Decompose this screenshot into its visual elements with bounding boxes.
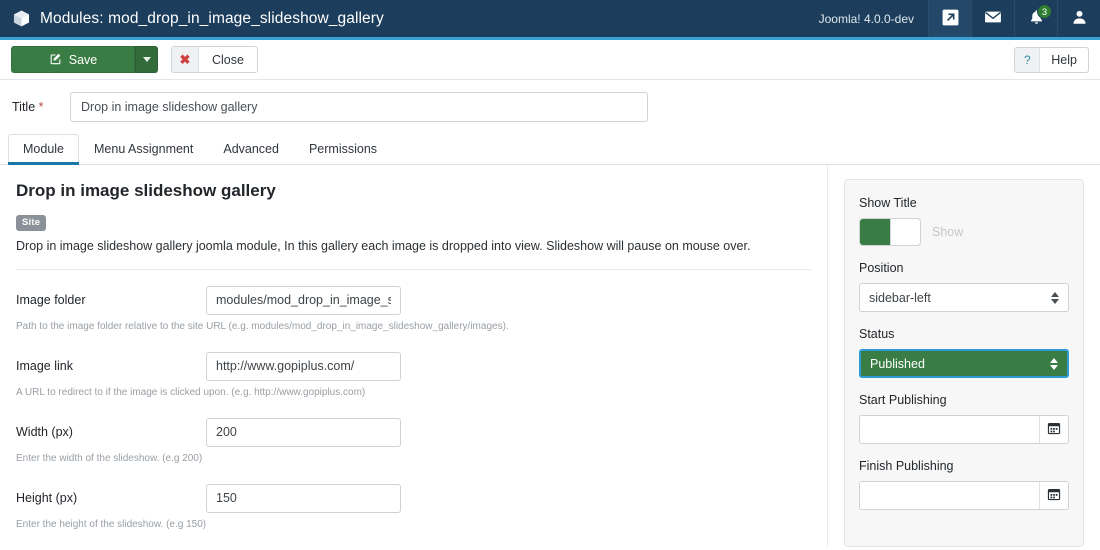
field-help: A URL to redirect to if the image is cli…: [16, 386, 366, 398]
save-button-label: Save: [68, 52, 98, 67]
field-help: Enter the height of the slideshow. (e.g …: [16, 518, 207, 530]
field-image-link: Image link A URL to redirect to if the i…: [16, 351, 811, 399]
save-button-group: Save: [11, 46, 158, 73]
table-row: Width (px): [16, 417, 811, 447]
close-button[interactable]: ✖ Close: [171, 46, 258, 73]
chevron-updown-icon: [1050, 357, 1058, 370]
image-folder-input[interactable]: [206, 285, 401, 315]
mail-icon: [983, 7, 1003, 30]
sidebar-item-status: Status Published: [859, 327, 1069, 378]
field-image-folder: Image folder Path to the image folder re…: [16, 285, 811, 333]
user-icon: [1071, 8, 1088, 29]
x-icon: ✖: [172, 47, 199, 72]
sidebar: Show Title Show Position sidebar-left St…: [828, 165, 1100, 547]
calendar-icon: [1047, 487, 1061, 504]
notification-badge: 3: [1037, 4, 1052, 19]
sidebar-item-show-title: Show Title Show: [859, 196, 1069, 246]
field-help: Path to the image folder relative to the…: [16, 320, 509, 332]
divider: [16, 268, 811, 270]
finish-publishing-input[interactable]: [860, 482, 1039, 509]
status-select-value: Published: [870, 356, 925, 371]
title-field-label: Title *: [12, 100, 70, 114]
status-label: Status: [859, 327, 895, 341]
sidebar-item-finish-publishing: Finish Publishing: [859, 459, 1069, 510]
save-button[interactable]: Save: [11, 46, 135, 73]
finish-publishing-calendar-button[interactable]: [1039, 482, 1068, 509]
start-publishing-label: Start Publishing: [859, 393, 947, 407]
field-label: Height (px): [16, 491, 78, 506]
position-label: Position: [859, 261, 904, 275]
table-row: Image folder: [16, 285, 811, 315]
sidebar-panel: Show Title Show Position sidebar-left St…: [844, 179, 1084, 547]
start-publishing-group: [859, 415, 1069, 444]
header-actions: Joomla! 4.0.0-dev 3: [809, 0, 1100, 37]
help-button[interactable]: ? Help: [1014, 46, 1089, 73]
start-publishing-input[interactable]: [860, 416, 1039, 443]
joomla-version: Joomla! 4.0.0-dev: [818, 11, 914, 26]
field-label: Image link: [16, 359, 73, 374]
app-header: Modules: mod_drop_in_image_slideshow_gal…: [0, 0, 1100, 40]
tab-module[interactable]: Module: [8, 134, 79, 168]
messages-button[interactable]: [971, 0, 1014, 37]
save-dropdown-button[interactable]: [135, 46, 158, 73]
user-menu-button[interactable]: [1057, 0, 1100, 37]
content-body: Drop in image slideshow gallery Site Dro…: [0, 165, 1100, 547]
finish-publishing-label: Finish Publishing: [859, 459, 954, 473]
tab-permissions[interactable]: Permissions: [294, 134, 392, 164]
tab-menu-assignment[interactable]: Menu Assignment: [79, 134, 208, 164]
field-label: Image folder: [16, 293, 86, 308]
pencil-square-icon: [49, 52, 62, 68]
module-description: Drop in image slideshow gallery joomla m…: [16, 239, 751, 253]
cube-icon: [12, 9, 31, 28]
header-brand: Modules: mod_drop_in_image_slideshow_gal…: [0, 0, 809, 37]
start-publishing-calendar-button[interactable]: [1039, 416, 1068, 443]
title-row: Title *: [0, 80, 1100, 132]
question-mark-icon: ?: [1015, 47, 1041, 72]
external-link-button[interactable]: [928, 0, 971, 37]
close-button-label: Close: [212, 52, 244, 67]
page-title: Modules: mod_drop_in_image_slideshow_gal…: [40, 9, 384, 27]
title-input[interactable]: [70, 92, 648, 122]
required-marker: *: [38, 100, 44, 114]
show-title-label: Show Title: [859, 196, 917, 210]
table-row: Height (px): [16, 483, 811, 513]
caret-down-icon: [142, 57, 151, 62]
notifications-button[interactable]: 3: [1014, 0, 1057, 37]
field-width: Width (px) Enter the width of the slides…: [16, 417, 811, 465]
help-button-label: Help: [1051, 52, 1077, 67]
toggle-off-half: [889, 219, 920, 245]
show-title-toggle-wrap: Show: [859, 218, 1069, 246]
show-title-toggle[interactable]: [859, 218, 921, 246]
position-select[interactable]: sidebar-left: [859, 283, 1069, 312]
chevron-updown-icon: [1051, 291, 1059, 304]
title-label-text: Title: [12, 100, 36, 114]
tab-bar: Module Menu Assignment Advanced Permissi…: [0, 132, 1100, 168]
position-select-value: sidebar-left: [869, 290, 931, 305]
show-title-toggle-text: Show: [932, 225, 964, 239]
field-height: Height (px) Enter the height of the slid…: [16, 483, 811, 531]
toolbar: Save ✖ Close ? Help: [0, 40, 1100, 80]
external-link-icon: [941, 8, 960, 30]
tab-advanced[interactable]: Advanced: [208, 134, 294, 164]
image-link-input[interactable]: [206, 351, 401, 381]
status-badge: Site: [16, 215, 47, 231]
sidebar-item-position: Position sidebar-left: [859, 261, 1069, 312]
module-heading: Drop in image slideshow gallery: [16, 181, 276, 200]
finish-publishing-group: [859, 481, 1069, 510]
field-label: Width (px): [16, 425, 73, 440]
calendar-icon: [1047, 421, 1061, 438]
field-help: Enter the width of the slideshow. (e.g 2…: [16, 452, 203, 464]
height-input[interactable]: [206, 483, 401, 513]
status-select[interactable]: Published: [859, 349, 1069, 378]
width-input[interactable]: [206, 417, 401, 447]
module-settings-panel: Drop in image slideshow gallery Site Dro…: [0, 165, 828, 547]
sidebar-item-start-publishing: Start Publishing: [859, 393, 1069, 444]
toggle-on-half: [860, 219, 890, 245]
table-row: Image link: [16, 351, 811, 381]
